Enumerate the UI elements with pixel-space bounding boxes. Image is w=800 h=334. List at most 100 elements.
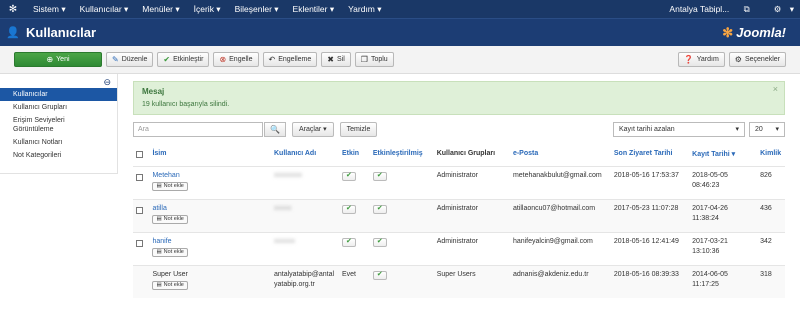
question-icon: ❓ xyxy=(683,55,694,64)
username-cell: antalyatabip@antalyatabip.org.tr xyxy=(271,264,339,298)
add-note-label: Not ekle xyxy=(163,183,184,189)
help-button[interactable]: ❓ Yardım xyxy=(677,52,725,67)
note-icon: ▤ xyxy=(156,183,162,189)
row-select-cell xyxy=(133,165,150,199)
unblock-button-label: Engelleme xyxy=(278,56,312,63)
col-username[interactable]: Kullanıcı Adı xyxy=(271,142,339,166)
user-name-text: Super User xyxy=(152,270,188,278)
note-icon: ▤ xyxy=(156,282,162,288)
username-value: xxxxxxxx xyxy=(274,171,302,179)
users-table: İsim Kullanıcı Adı Etkin Etkinleştirilmi… xyxy=(133,142,785,298)
enabled-cell: Evet xyxy=(338,264,370,298)
menu-menus[interactable]: Menüler ▾ xyxy=(135,4,186,15)
username-cell: xxxxxx xyxy=(271,231,339,265)
activate-button[interactable]: ✔ Etkinleştir xyxy=(157,52,210,67)
menu-content[interactable]: İçerik ▾ xyxy=(187,4,228,15)
enabled-cell: ✔ xyxy=(338,231,370,265)
options-button[interactable]: ⚙ Seçenekler xyxy=(728,52,786,67)
col-id[interactable]: Kimlik xyxy=(757,142,785,166)
batch-button[interactable]: ❐ Toplu xyxy=(354,52,394,67)
row-checkbox[interactable] xyxy=(136,239,143,247)
block-button[interactable]: ⊗ Engelle xyxy=(213,52,259,67)
check-icon: ✔ xyxy=(163,55,171,64)
sidebar-item-users[interactable]: Kullanıcılar xyxy=(0,88,117,101)
add-note-button[interactable]: ▤ Not ekle xyxy=(152,181,188,191)
menu-help[interactable]: Yardım ▾ xyxy=(341,4,388,15)
sidebar-toggle-icon[interactable]: ⊖ xyxy=(103,77,111,88)
sidebar-item-access-levels[interactable]: Erişim Seviyeleri Görüntüleme xyxy=(0,114,117,136)
sidebar-item-notes[interactable]: Kullanıcı Notları xyxy=(0,136,117,149)
menu-components[interactable]: Bileşenler ▾ xyxy=(228,4,286,15)
username-cell: xxxxxxxx xyxy=(271,165,339,199)
add-note-button[interactable]: ▤ Not ekle xyxy=(152,247,188,257)
alert-heading: Mesaj xyxy=(142,87,165,96)
enabled-toggle[interactable]: ✔ xyxy=(341,204,356,214)
clear-button[interactable]: Temizle xyxy=(339,121,378,137)
enabled-toggle[interactable]: ✔ xyxy=(341,171,356,181)
activated-toggle[interactable]: ✔ xyxy=(372,204,387,214)
close-icon: ✖ xyxy=(327,55,334,64)
name-cell: atilla ▤ Not ekle xyxy=(149,198,271,232)
limit-select-value: 20 xyxy=(755,125,763,133)
add-note-button[interactable]: ▤ Not ekle xyxy=(152,214,188,224)
search-button[interactable]: 🔍 xyxy=(264,121,286,137)
col-registered[interactable]: Kayıt Tarihi ▾ xyxy=(689,142,757,166)
add-note-label: Not ekle xyxy=(163,282,184,288)
edit-button[interactable]: ✎ Düzenle xyxy=(106,52,154,67)
email-cell: atillaoncu07@hotmail.com xyxy=(509,198,611,232)
user-name-link[interactable]: atilla xyxy=(152,204,268,214)
col-activated[interactable]: Etkinleştirilmiş xyxy=(370,142,434,166)
tools-button[interactable]: Araçlar ▾ xyxy=(292,121,334,137)
add-note-label: Not ekle xyxy=(163,249,184,255)
enabled-toggle[interactable]: ✔ xyxy=(341,237,356,247)
menu-users[interactable]: Kullanıcılar ▾ xyxy=(73,4,136,15)
activate-button-label: Etkinleştir xyxy=(173,56,204,63)
col-email[interactable]: e-Posta xyxy=(510,142,611,166)
select-all-checkbox[interactable] xyxy=(136,150,143,158)
site-link[interactable]: Antalya Tabipl... ⧉ xyxy=(657,4,761,15)
new-button[interactable]: ⊕ Yeni xyxy=(14,52,102,67)
user-menu[interactable]: ⚙ ▾ xyxy=(762,4,800,15)
site-link-label: Antalya Tabipl... xyxy=(669,3,730,14)
col-enabled[interactable]: Etkin xyxy=(339,142,370,166)
users-icon: 👤 xyxy=(6,27,20,39)
row-checkbox[interactable] xyxy=(136,206,143,214)
delete-button[interactable]: ✖ Sil xyxy=(321,52,351,67)
add-note-button[interactable]: ▤ Not ekle xyxy=(152,280,188,290)
activated-toggle[interactable]: ✔ xyxy=(372,237,387,247)
name-cell: Metehan ▤ Not ekle xyxy=(149,165,271,199)
joomla-brand: ✻ Joomla! xyxy=(722,25,786,41)
edit-icon: ✎ xyxy=(112,55,119,64)
main-menu: Sistem ▾ Kullanıcılar ▾ Menüler ▾ İçerik… xyxy=(26,4,389,15)
col-last-visit[interactable]: Son Ziyaret Tarihi xyxy=(611,142,689,166)
sort-select[interactable]: Kayıt tarihi azalan ▾ xyxy=(613,121,745,137)
activated-toggle[interactable]: ✔ xyxy=(372,270,387,280)
undo-icon: ↶ xyxy=(268,55,276,64)
table-row: Super User ▤ Not ekle antalyatabip@antalya… xyxy=(133,264,785,298)
close-icon[interactable]: × xyxy=(773,84,778,94)
activated-toggle[interactable]: ✔ xyxy=(372,171,387,181)
block-icon: ⊗ xyxy=(219,55,227,64)
page-title: Kullanıcılar xyxy=(26,25,97,40)
row-select-cell xyxy=(133,264,150,298)
menu-extensions[interactable]: Eklentiler ▾ xyxy=(286,4,342,15)
search-input[interactable]: Ara xyxy=(133,121,263,137)
unblock-button[interactable]: ↶ Engelleme xyxy=(262,52,318,67)
block-button-label: Engelle xyxy=(229,56,253,63)
joomla-logo-icon[interactable]: ✻ xyxy=(0,4,26,15)
limit-select[interactable]: 20 ▾ xyxy=(749,121,785,137)
user-name-link[interactable]: Metehan xyxy=(152,171,268,181)
sort-select-value: Kayıt tarihi azalan xyxy=(619,125,675,133)
sidebar-item-note-categories[interactable]: Not Kategorileri xyxy=(0,149,117,162)
top-navbar: ✻ Sistem ▾ Kullanıcılar ▾ Menüler ▾ İçer… xyxy=(0,0,800,18)
activated-cell: ✔ xyxy=(369,264,434,298)
sidebar-item-groups[interactable]: Kullanıcı Grupları xyxy=(0,101,117,114)
user-name-link[interactable]: hanife xyxy=(152,237,268,247)
email-cell: metehanakbulut@gmail.com xyxy=(509,165,611,199)
table-row: atilla ▤ Not ekle xxxxx ✔ ✔ Administrator … xyxy=(133,198,785,232)
enabled-cell: ✔ xyxy=(338,198,370,232)
row-checkbox[interactable] xyxy=(136,173,143,181)
menu-system[interactable]: Sistem ▾ xyxy=(26,4,73,15)
toolbar: ⊕ Yeni ✎ Düzenle ✔ Etkinleştir ⊗ Engelle ↶ En… xyxy=(0,46,800,74)
col-name[interactable]: İsim xyxy=(149,142,271,166)
